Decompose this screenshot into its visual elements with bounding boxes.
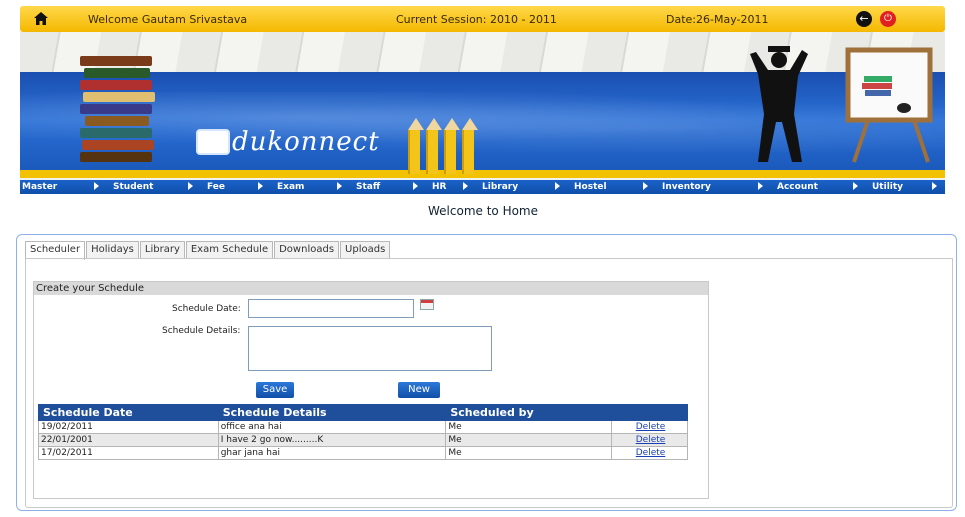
- calendar-icon[interactable]: [420, 299, 434, 310]
- table-row: 22/01/2001 I have 2 go now.........K Me …: [38, 433, 688, 447]
- schedule-details-label: Schedule Details:: [162, 326, 241, 336]
- create-schedule-form: Create your Schedule Schedule Date: Sche…: [33, 281, 709, 499]
- graduate-silhouette-illustration: [750, 46, 808, 162]
- home-icon[interactable]: [34, 12, 48, 25]
- arrow-right-icon: [188, 182, 193, 190]
- current-date: Date:26-May-2011: [666, 13, 769, 26]
- cell-date: 17/02/2011: [38, 446, 219, 460]
- schedule-date-label: Schedule Date:: [172, 304, 241, 314]
- schedule-table: Schedule Date Schedule Details Scheduled…: [38, 404, 688, 460]
- logo-icon: [196, 129, 230, 155]
- page-title: Welcome to Home: [428, 204, 539, 218]
- menu-master[interactable]: Master: [22, 182, 57, 192]
- cell-scheduled-by: Me: [445, 433, 613, 447]
- menu-student[interactable]: Student: [94, 182, 153, 192]
- banner-yellow-stripe: [20, 170, 945, 178]
- menu-fee[interactable]: Fee: [188, 182, 225, 192]
- arrow-right-icon: [463, 182, 468, 190]
- top-bar: Welcome Gautam Srivastava Current Sessio…: [20, 6, 945, 32]
- arrow-right-icon: [932, 182, 937, 190]
- menu-utility[interactable]: Utility: [853, 182, 903, 192]
- header-banner: dukonnect: [20, 32, 945, 180]
- table-header-row: Schedule Date Schedule Details Scheduled…: [38, 404, 688, 421]
- cell-details: office ana hai: [217, 420, 447, 434]
- pencil-illustration: [444, 118, 460, 174]
- section-title: Create your Schedule: [34, 282, 708, 295]
- col-action: [611, 404, 688, 421]
- new-button[interactable]: New: [398, 382, 440, 398]
- welcome-text: Welcome Gautam Srivastava: [88, 13, 248, 26]
- menu-exam[interactable]: Exam: [258, 182, 304, 192]
- cell-details: ghar jana hai: [217, 446, 447, 460]
- arrow-right-icon: [555, 182, 560, 190]
- book-stack-illustration: [80, 52, 155, 170]
- tab-uploads[interactable]: Uploads: [340, 241, 391, 258]
- menu-account[interactable]: Account: [758, 182, 818, 192]
- tab-bar: Scheduler Holidays Library Exam Schedule…: [25, 241, 391, 260]
- cell-scheduled-by: Me: [445, 420, 613, 434]
- delete-link[interactable]: Delete: [611, 433, 688, 447]
- cell-date: 22/01/2001: [38, 433, 219, 447]
- arrow-right-icon: [94, 182, 99, 190]
- logout-power-icon[interactable]: ⏻: [880, 11, 896, 27]
- arrow-right-icon: [643, 182, 648, 190]
- table-row: 19/02/2011 office ana hai Me Delete: [38, 420, 688, 434]
- arrow-right-icon: [853, 182, 858, 190]
- schedule-date-input[interactable]: [248, 299, 414, 318]
- pencil-illustration: [426, 118, 442, 174]
- menu-hostel[interactable]: Hostel: [555, 182, 607, 192]
- current-session: Current Session: 2010 - 2011: [396, 13, 557, 26]
- tab-library[interactable]: Library: [139, 241, 185, 258]
- menu-hr[interactable]: HR: [413, 182, 446, 192]
- schedule-details-textarea[interactable]: [248, 326, 492, 371]
- col-schedule-details: Schedule Details: [217, 404, 447, 421]
- menu-library[interactable]: Library: [463, 182, 518, 192]
- pencil-illustration: [462, 118, 478, 174]
- pencil-illustration: [408, 118, 424, 174]
- home-panel: Scheduler Holidays Library Exam Schedule…: [16, 234, 957, 511]
- arrow-right-icon: [337, 182, 342, 190]
- col-schedule-date: Schedule Date: [38, 404, 219, 421]
- cell-date: 19/02/2011: [38, 420, 219, 434]
- back-arrow-icon[interactable]: ←: [856, 11, 872, 27]
- whiteboard-illustration: [845, 47, 933, 163]
- logo-text: dukonnect: [232, 127, 380, 157]
- tab-downloads[interactable]: Downloads: [274, 241, 340, 258]
- delete-link[interactable]: Delete: [611, 446, 688, 460]
- cell-scheduled-by: Me: [445, 446, 613, 460]
- arrow-right-icon: [413, 182, 418, 190]
- tab-holidays[interactable]: Holidays: [86, 241, 139, 258]
- arrow-right-icon: [258, 182, 263, 190]
- arrow-right-icon: [758, 182, 763, 190]
- save-button[interactable]: Save: [256, 382, 294, 398]
- table-row: 17/02/2011 ghar jana hai Me Delete: [38, 446, 688, 460]
- menu-more[interactable]: [932, 182, 937, 192]
- delete-link[interactable]: Delete: [611, 420, 688, 434]
- main-menu-bar: Master Student Fee Exam Staff HR Library…: [20, 180, 945, 194]
- tab-exam-schedule[interactable]: Exam Schedule: [185, 241, 274, 258]
- cell-details: I have 2 go now.........K: [217, 433, 447, 447]
- col-scheduled-by: Scheduled by: [445, 404, 613, 421]
- menu-staff[interactable]: Staff: [337, 182, 380, 192]
- page: Welcome Gautam Srivastava Current Sessio…: [0, 0, 965, 517]
- menu-inventory[interactable]: Inventory: [643, 182, 711, 192]
